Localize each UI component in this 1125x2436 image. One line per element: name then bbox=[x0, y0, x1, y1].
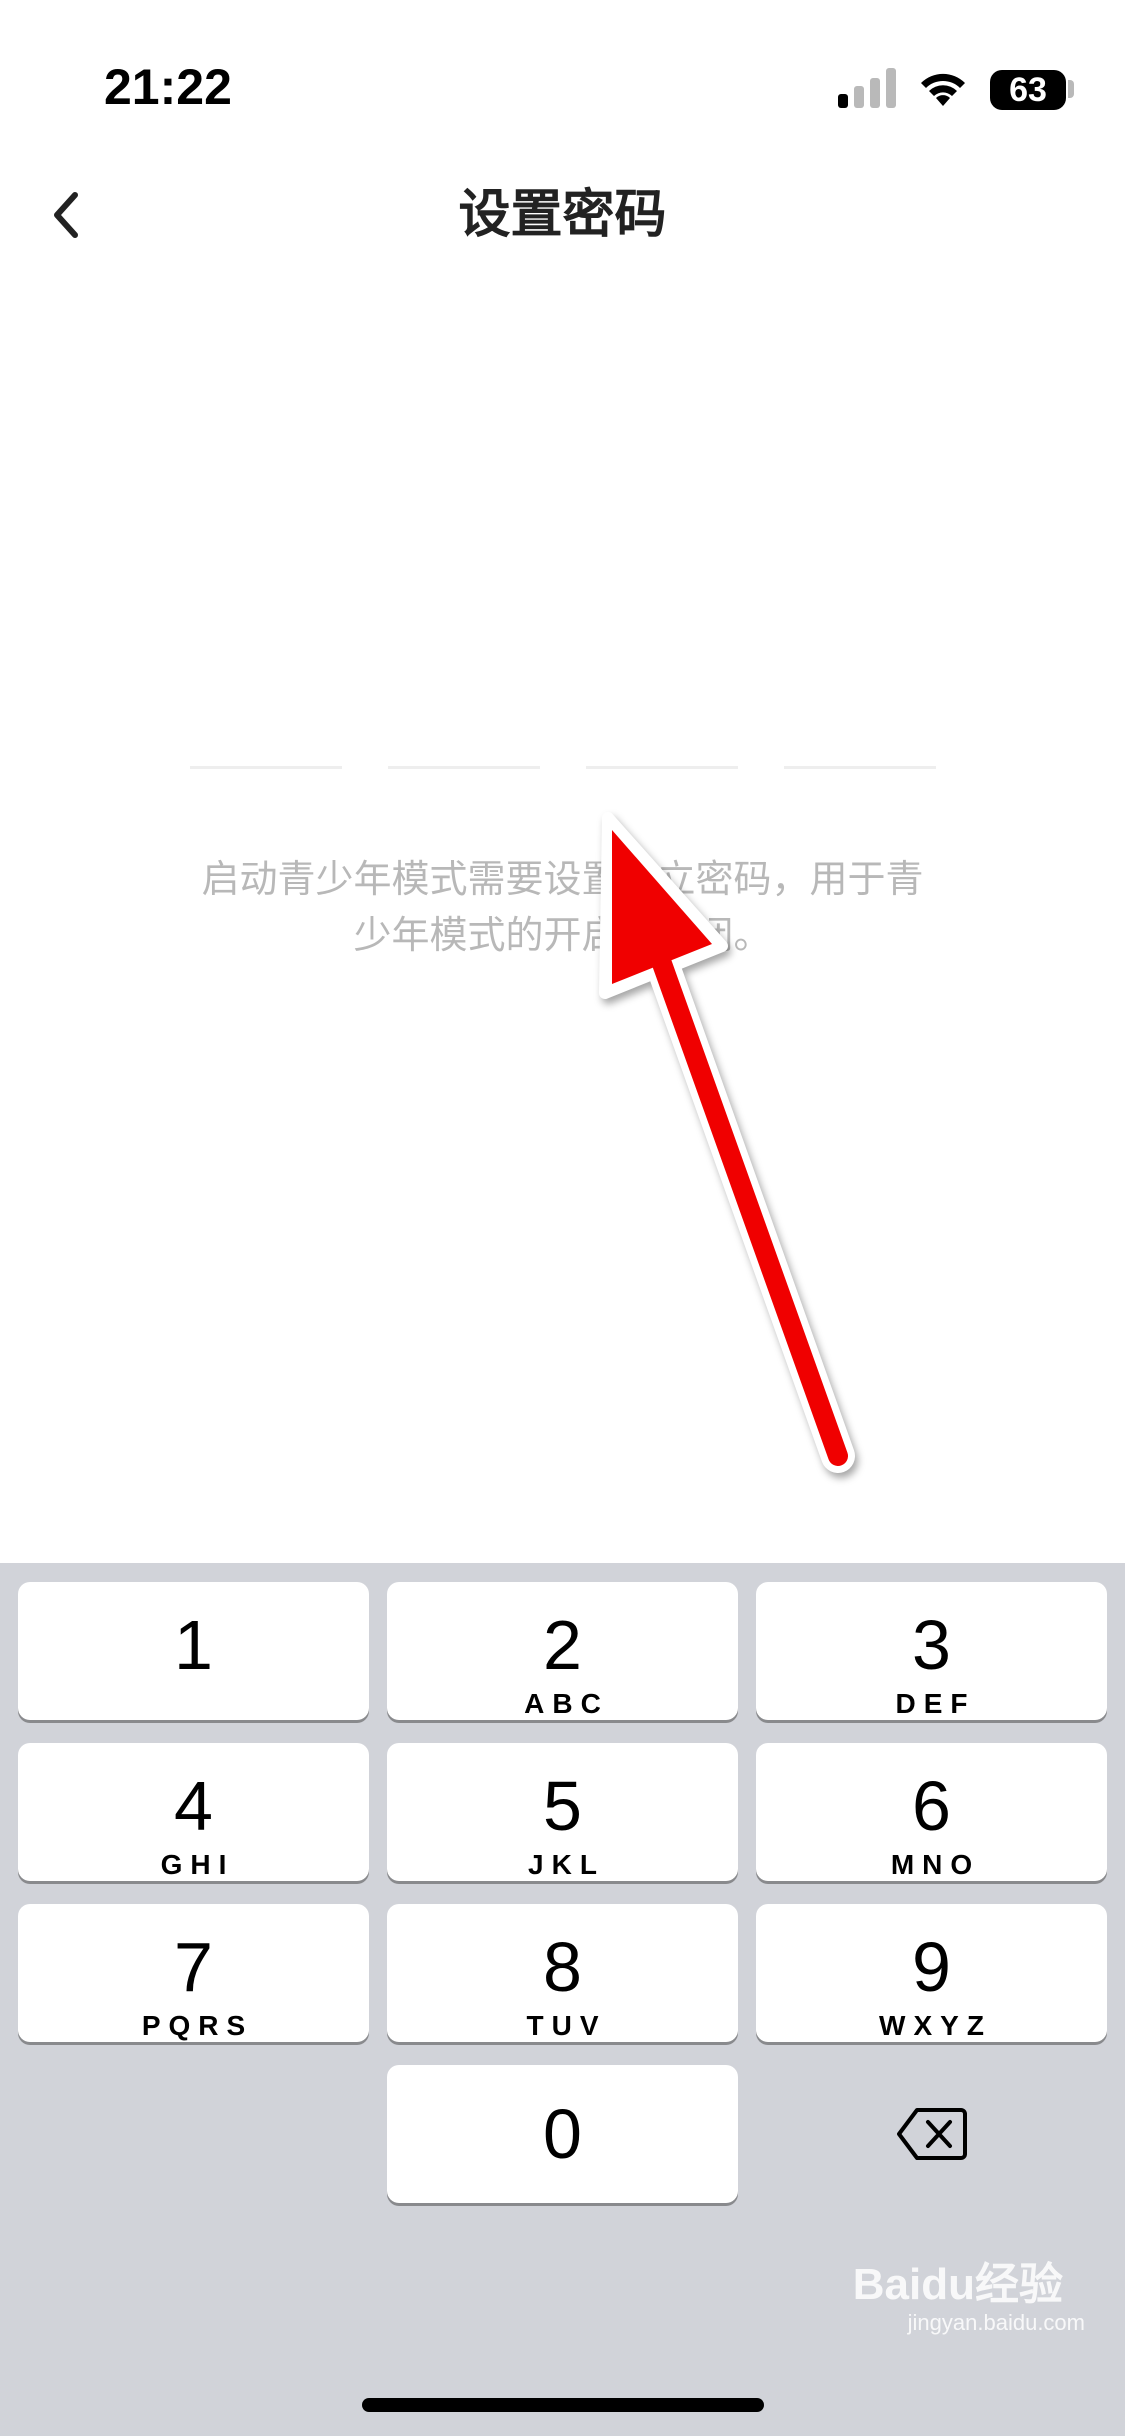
watermark-url: jingyan.baidu.com bbox=[907, 2310, 1085, 2335]
home-indicator[interactable] bbox=[362, 2398, 764, 2412]
key-digit: 8 bbox=[543, 1928, 582, 2006]
key-0[interactable]: 0 bbox=[387, 2065, 738, 2203]
key-digit: 4 bbox=[174, 1767, 213, 1845]
wifi-icon bbox=[921, 73, 965, 106]
key-2[interactable]: 2 ABC bbox=[387, 1582, 738, 1720]
key-letters: WXYZ bbox=[879, 2010, 992, 2041]
key-digit: 0 bbox=[543, 2095, 582, 2173]
battery-cap bbox=[1068, 80, 1074, 98]
key-9[interactable]: 9 WXYZ bbox=[756, 1904, 1107, 2042]
pin-slot-2[interactable] bbox=[388, 766, 540, 769]
key-letters: DEF bbox=[895, 1688, 976, 1719]
key-digit: 2 bbox=[543, 1606, 582, 1684]
key-digit: 9 bbox=[912, 1928, 951, 2006]
key-letters: GHI bbox=[160, 1849, 235, 1880]
key-digit: 5 bbox=[543, 1767, 582, 1845]
battery-icon: 63 bbox=[990, 70, 1066, 110]
hint-text: 启动青少年模式需要设置独立密码，用于青少年模式的开启与关闭。 bbox=[201, 859, 924, 957]
backspace-icon bbox=[896, 2108, 967, 2160]
page-title: 设置密码 bbox=[458, 186, 667, 244]
key-digit: 7 bbox=[174, 1928, 213, 2006]
status-time: 21:22 bbox=[104, 59, 232, 115]
key-digit: 1 bbox=[174, 1606, 213, 1684]
watermark-logo: Baidu经验 bbox=[852, 2260, 1063, 2309]
key-7[interactable]: 7 PQRS bbox=[18, 1904, 369, 2042]
key-letters: ABC bbox=[524, 1688, 609, 1719]
key-letters: TUV bbox=[526, 2010, 607, 2041]
pin-slot-1[interactable] bbox=[190, 766, 342, 769]
pin-slot-3[interactable] bbox=[586, 766, 738, 769]
key-digit: 6 bbox=[912, 1767, 951, 1845]
key-letters: JKL bbox=[528, 1849, 605, 1880]
delete-key[interactable] bbox=[756, 2065, 1107, 2203]
key-8[interactable]: 8 TUV bbox=[387, 1904, 738, 2042]
key-4[interactable]: 4 GHI bbox=[18, 1743, 369, 1881]
key-5[interactable]: 5 JKL bbox=[387, 1743, 738, 1881]
key-digit: 3 bbox=[912, 1606, 951, 1684]
key-1[interactable]: 1 bbox=[18, 1582, 369, 1720]
cellular-signal-icon bbox=[838, 68, 896, 108]
key-letters: PQRS bbox=[141, 2010, 254, 2041]
pin-slot-4[interactable] bbox=[784, 766, 936, 769]
key-3[interactable]: 3 DEF bbox=[756, 1582, 1107, 1720]
key-6[interactable]: 6 MNO bbox=[756, 1743, 1107, 1881]
key-letters: MNO bbox=[890, 1849, 981, 1880]
